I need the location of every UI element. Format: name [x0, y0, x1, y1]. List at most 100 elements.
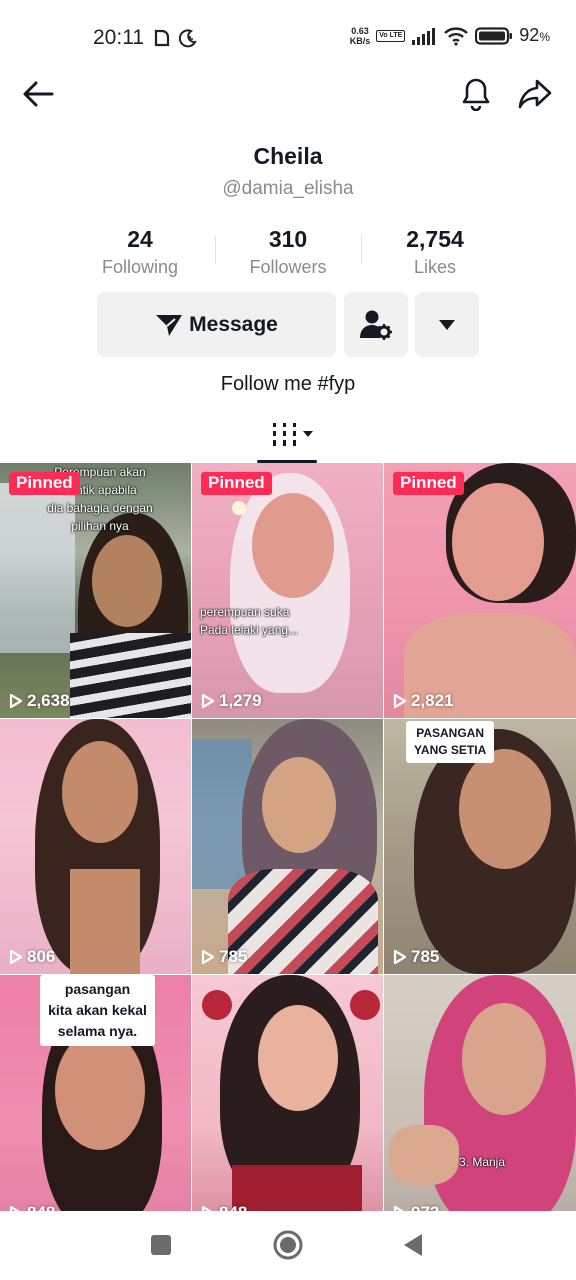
battery-unit: %	[539, 30, 550, 44]
back-button[interactable]	[20, 76, 56, 112]
followers-label: Followers	[249, 257, 327, 277]
video-thumbnail[interactable]: pasangankita akan kekalselama nya. 848	[0, 975, 191, 1211]
stat-divider	[215, 236, 216, 264]
network-speed: 0.63 KB/s	[350, 26, 371, 46]
profile-bio: Follow me #fyp	[220, 373, 356, 395]
face-shape	[62, 741, 138, 843]
status-notification-icons	[152, 28, 198, 48]
view-count: 1,279	[201, 691, 262, 711]
video-thumbnail[interactable]: PASANGAN YANG SETIA 785	[384, 719, 576, 974]
network-speed-value: 0.63	[351, 25, 369, 36]
view-count-value: 2,638	[27, 691, 70, 710]
play-icon	[9, 693, 23, 709]
likes-label: Likes	[413, 257, 457, 277]
video-thumbnail[interactable]: perempuan suka Pada lelaki yang... Pinned…	[192, 463, 383, 718]
wifi-icon	[444, 26, 469, 46]
neck-shape	[70, 869, 140, 974]
caret-down-icon	[439, 319, 455, 330]
view-count-value: 973	[411, 1203, 439, 1211]
view-count-value: 1,279	[219, 691, 262, 710]
bell-icon	[462, 78, 490, 111]
square-icon	[151, 1235, 171, 1255]
face-shape	[92, 535, 162, 627]
view-count: 848	[201, 1203, 247, 1211]
triangle-back-icon	[404, 1234, 422, 1256]
message-label: Message	[189, 312, 278, 336]
circle-icon	[273, 1230, 303, 1260]
profile-stats: 24 Following 310 Followers 2,754 Likes	[70, 226, 510, 280]
red-dress	[232, 1165, 362, 1211]
video-caption: pasangan kita akan kekal selama nya.	[40, 975, 155, 1046]
hair-ornament-left	[202, 990, 232, 1020]
followers-stat[interactable]: 310 Followers	[218, 226, 358, 278]
status-time: 20:11	[93, 26, 144, 49]
followers-count: 310	[268, 226, 308, 252]
video-caption: 3. Manja	[458, 1155, 506, 1169]
view-count: 806	[9, 947, 55, 967]
status-bar: 20:11 0.63 KB/s Vo LTE 92%	[0, 0, 576, 76]
volte-icon: Vo LTE	[376, 29, 406, 42]
video-caption: perempuan suka Pada lelaki yang...	[200, 605, 299, 637]
view-count-value: 2,821	[411, 691, 454, 710]
grid-icon	[273, 423, 296, 446]
videos-tab[interactable]	[272, 420, 314, 448]
view-count: 785	[393, 947, 439, 967]
view-count: 785	[201, 947, 247, 967]
do-not-disturb-icon	[178, 29, 197, 48]
striped-shirt	[70, 633, 191, 718]
notification-button[interactable]	[458, 76, 494, 112]
hand-shape	[389, 1125, 459, 1185]
patterned-blouse	[228, 869, 378, 974]
play-icon	[393, 949, 407, 965]
system-navigation-bar	[0, 1211, 576, 1280]
battery-value: 92	[519, 25, 540, 45]
tab-caret-down-icon	[303, 431, 313, 437]
face-shape	[462, 1003, 546, 1115]
likes-stat[interactable]: 2,754 Likes	[365, 226, 505, 278]
home-button[interactable]	[272, 1229, 304, 1266]
face-shape	[55, 1030, 145, 1150]
recent-apps-button[interactable]	[150, 1234, 172, 1261]
view-count-value: 785	[411, 947, 440, 966]
likes-count: 2,754	[406, 226, 464, 252]
face-shape	[258, 1005, 338, 1111]
play-icon	[201, 949, 215, 965]
status-system-icons: 0.63 KB/s Vo LTE 92%	[350, 25, 550, 46]
play-icon	[393, 693, 407, 709]
suggested-accounts-button[interactable]	[344, 292, 408, 357]
signal-icon	[412, 27, 436, 45]
video-thumbnail[interactable]: Perempuan akan cantik apabila dia bahagia …	[0, 463, 191, 718]
view-count-value: 848	[27, 1203, 55, 1211]
view-count-value: 806	[27, 947, 56, 966]
user-settings-icon	[360, 310, 392, 340]
view-count: 973	[393, 1203, 439, 1211]
top-navigation	[0, 76, 576, 116]
video-thumbnail[interactable]: 806	[0, 719, 191, 974]
share-button[interactable]	[516, 76, 554, 112]
hair-ornament-right	[350, 990, 380, 1020]
back-arrow-icon	[23, 81, 54, 107]
face-shape	[452, 483, 544, 601]
view-count: 848	[9, 1203, 55, 1211]
battery-icon	[475, 26, 513, 45]
view-count-value: 785	[219, 947, 248, 966]
flower-shape	[232, 501, 246, 515]
video-thumbnail[interactable]: 3. Manja 973	[384, 975, 576, 1211]
view-count: 2,821	[393, 691, 454, 711]
video-thumbnail[interactable]: 848	[192, 975, 383, 1211]
play-icon	[201, 693, 215, 709]
view-count: 2,638	[9, 691, 70, 711]
following-stat[interactable]: 24 Following	[70, 226, 210, 278]
more-options-button[interactable]	[415, 292, 479, 357]
pinned-badge: Pinned	[393, 472, 464, 495]
video-thumbnail[interactable]: 785	[192, 719, 383, 974]
network-speed-unit: KB/s	[349, 35, 371, 46]
share-arrow-icon	[518, 79, 552, 109]
following-count: 24	[127, 226, 153, 252]
back-nav-button[interactable]	[402, 1233, 424, 1262]
video-caption: PASANGAN YANG SETIA	[406, 721, 495, 763]
message-button[interactable]: Message	[97, 292, 336, 357]
video-thumbnail[interactable]: Pinned 2,821	[384, 463, 576, 718]
app-notification-icon	[154, 29, 170, 47]
stat-divider	[361, 236, 362, 264]
